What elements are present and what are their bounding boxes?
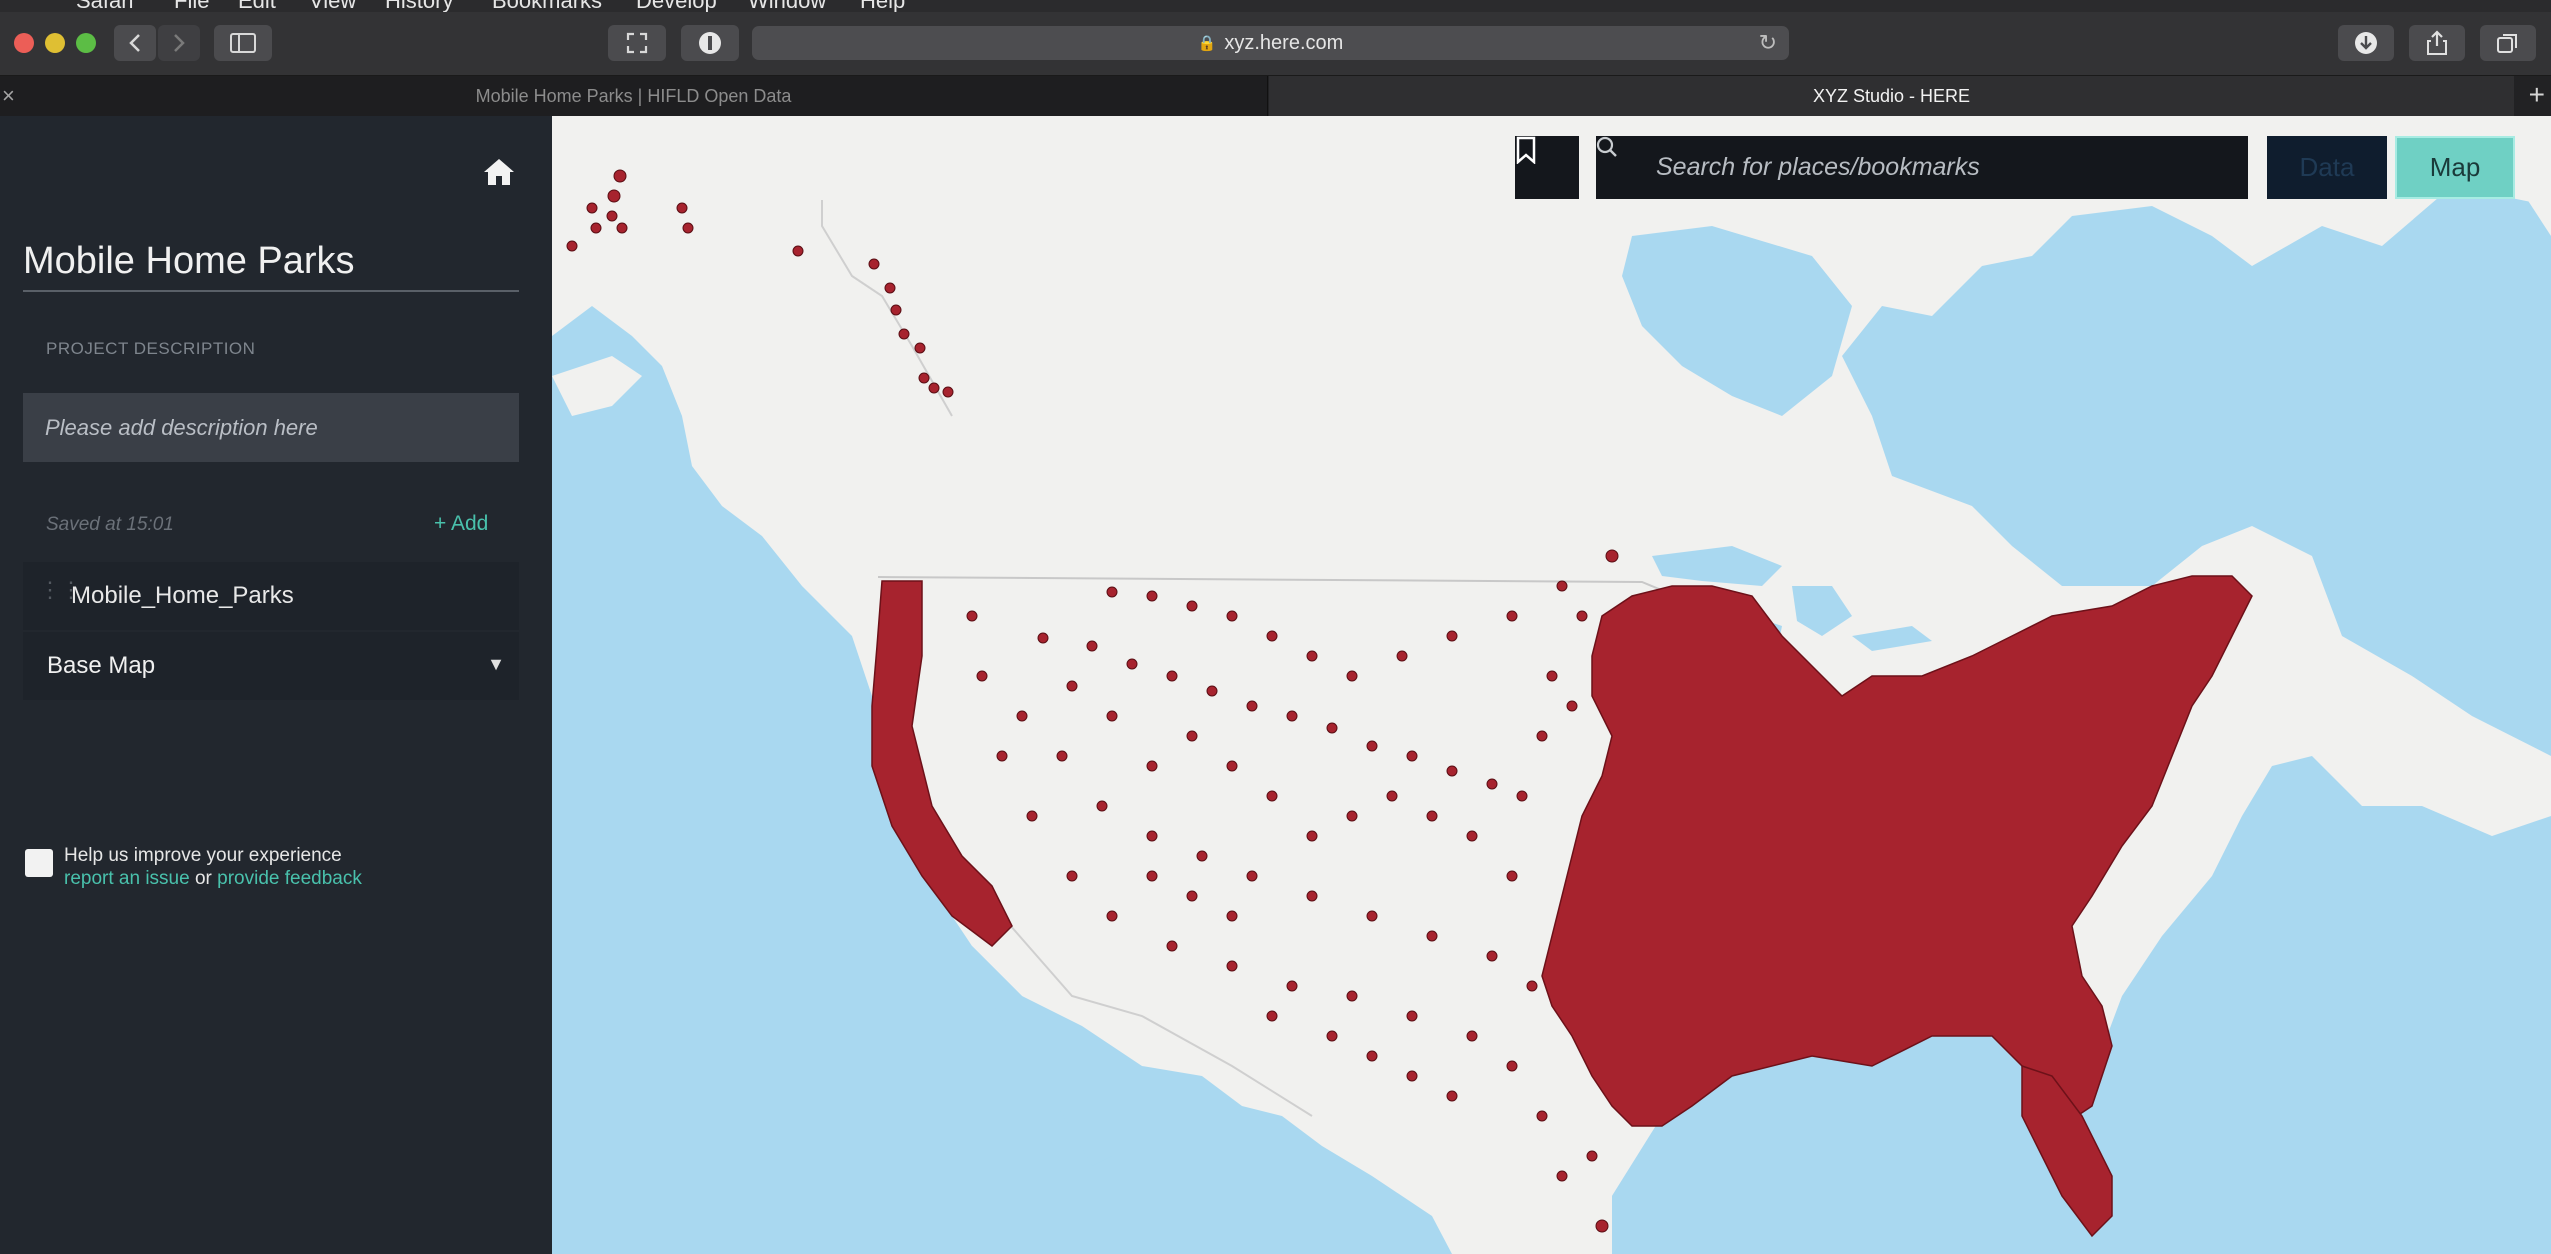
menu-item-safari[interactable]: Safari bbox=[76, 0, 133, 12]
layer-item[interactable]: ⋮⋮ Mobile_Home_Parks bbox=[23, 562, 519, 630]
menu-item-develop[interactable]: Develop bbox=[636, 0, 717, 12]
tab-bar: × Mobile Home Parks | HIFLD Open Data XY… bbox=[0, 76, 2551, 116]
menu-item-history[interactable]: History bbox=[385, 0, 453, 12]
search-input[interactable] bbox=[1656, 136, 2236, 199]
map-canvas[interactable] bbox=[552, 116, 2551, 1254]
basemap-dropdown[interactable]: Base Map ▼ bbox=[23, 632, 519, 700]
feedback-title: Help us improve your experience bbox=[64, 845, 342, 866]
bookmark-icon bbox=[1516, 136, 1536, 164]
download-icon bbox=[2355, 32, 2377, 54]
report-issue-link[interactable]: report an issue bbox=[64, 868, 190, 889]
menu-item-help[interactable]: Help bbox=[860, 0, 905, 12]
chevron-right-icon bbox=[174, 34, 185, 52]
saved-status: Saved at 15:01 bbox=[46, 514, 174, 535]
forward-button[interactable] bbox=[158, 25, 200, 61]
shield-icon bbox=[699, 32, 721, 54]
chevron-down-icon: ▼ bbox=[487, 654, 505, 674]
macos-menubar: Safari File Edit View History Bookmarks … bbox=[0, 0, 2551, 12]
description-label: PROJECT DESCRIPTION bbox=[46, 339, 256, 358]
tabs-icon bbox=[2497, 34, 2517, 53]
map-view-button[interactable]: Map bbox=[2395, 136, 2515, 199]
feedback-checkbox[interactable] bbox=[25, 849, 53, 877]
feedback-links: report an issue or provide feedback bbox=[64, 868, 362, 890]
bookmark-button[interactable] bbox=[1515, 136, 1579, 199]
layer-name: Mobile_Home_Parks bbox=[71, 582, 294, 609]
share-icon bbox=[2427, 30, 2447, 55]
north-america-landmass bbox=[552, 116, 2551, 1254]
sidebar-icon bbox=[230, 33, 256, 53]
provide-feedback-link[interactable]: provide feedback bbox=[217, 868, 362, 889]
share-button[interactable] bbox=[2409, 25, 2465, 61]
home-icon[interactable] bbox=[482, 157, 516, 187]
back-button[interactable] bbox=[114, 25, 156, 61]
address-text: xyz.here.com bbox=[1224, 31, 1344, 54]
sidebar-toggle-button[interactable] bbox=[214, 25, 272, 61]
tabs-overview-button[interactable] bbox=[2480, 25, 2536, 61]
window-close-button[interactable] bbox=[14, 33, 34, 53]
project-sidebar: Mobile Home Parks PROJECT DESCRIPTION Pl… bbox=[0, 116, 552, 1254]
menu-item-bookmarks[interactable]: Bookmarks bbox=[492, 0, 602, 12]
expand-icon bbox=[626, 32, 648, 54]
menu-item-window[interactable]: Window bbox=[748, 0, 826, 12]
address-bar[interactable]: 🔒 xyz.here.com ↻ bbox=[752, 26, 1789, 60]
feedback-connector: or bbox=[194, 868, 212, 889]
tab-xyz-studio[interactable]: XYZ Studio - HERE bbox=[1269, 76, 2514, 116]
window-zoom-button[interactable] bbox=[76, 33, 96, 53]
description-field[interactable]: Please add description here bbox=[23, 393, 519, 462]
extension-button[interactable] bbox=[681, 25, 739, 61]
close-tab-icon[interactable]: × bbox=[2, 83, 15, 109]
lock-icon: 🔒 bbox=[1197, 35, 1217, 52]
basemap-label: Base Map bbox=[47, 652, 156, 679]
project-title[interactable]: Mobile Home Parks bbox=[23, 240, 519, 292]
window-minimize-button[interactable] bbox=[45, 33, 65, 53]
reload-icon[interactable]: ↻ bbox=[1759, 30, 1777, 56]
chevron-left-icon bbox=[129, 34, 140, 52]
menu-item-edit[interactable]: Edit bbox=[238, 0, 276, 12]
browser-toolbar: 🔒 xyz.here.com ↻ bbox=[0, 12, 2551, 76]
tab-hifld[interactable]: × Mobile Home Parks | HIFLD Open Data bbox=[0, 76, 1268, 116]
tab-label: Mobile Home Parks | HIFLD Open Data bbox=[475, 85, 792, 106]
add-layer-button[interactable]: + Add bbox=[434, 512, 488, 536]
menu-item-view[interactable]: View bbox=[309, 0, 356, 12]
map-view[interactable]: Data Map bbox=[552, 116, 2551, 1254]
reader-view-button[interactable] bbox=[608, 25, 666, 61]
map-search[interactable] bbox=[1596, 136, 2248, 199]
data-view-button[interactable]: Data bbox=[2267, 136, 2387, 199]
menu-item-file[interactable]: File bbox=[174, 0, 209, 12]
tab-label: XYZ Studio - HERE bbox=[1812, 85, 1971, 106]
new-tab-icon[interactable]: + bbox=[2529, 79, 2545, 111]
downloads-button[interactable] bbox=[2338, 25, 2394, 61]
search-icon bbox=[1596, 136, 1617, 157]
